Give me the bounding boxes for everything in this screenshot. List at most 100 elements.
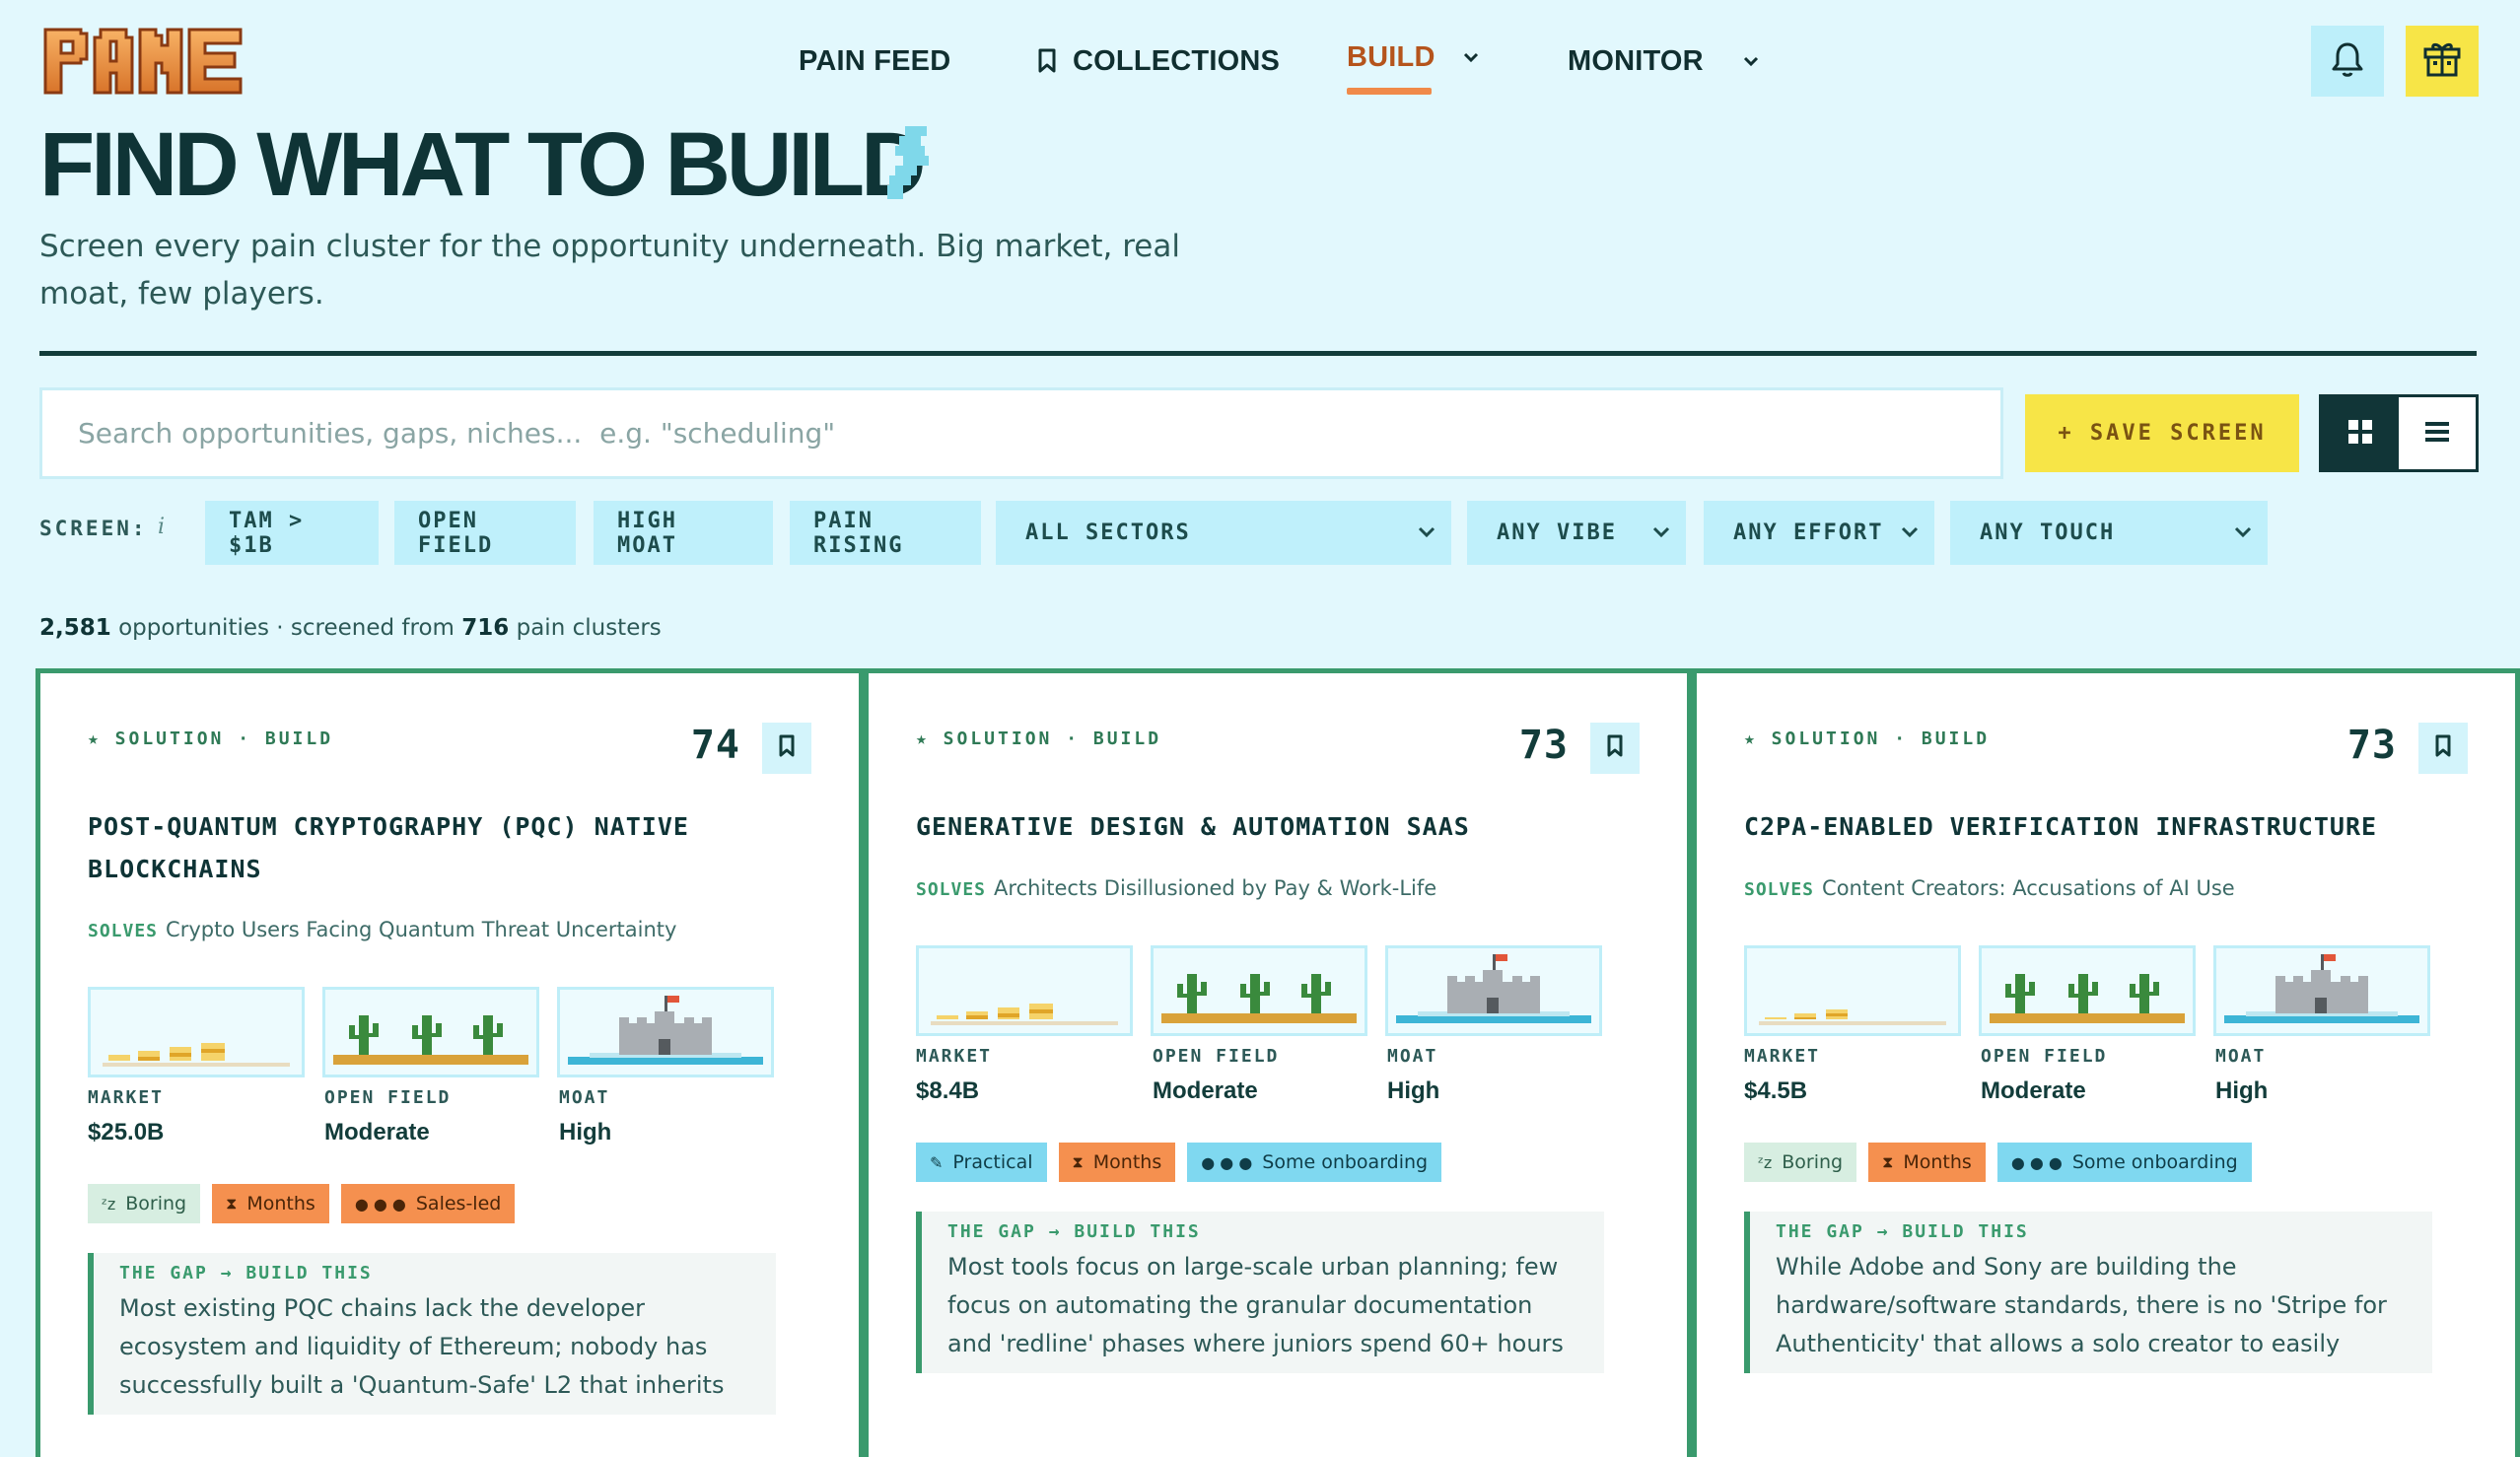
card-tags: ✎ Practical ⧗ Months ● ● ● Some onboarding <box>916 1143 1442 1182</box>
sector-select[interactable]: ALL SECTORS <box>996 501 1451 565</box>
opportunity-card[interactable]: ★ SOLUTION · BUILD 73 C2PA-ENABLED VERIF… <box>1692 668 2520 1457</box>
vibe-select-value: ANY VIBE <box>1497 520 1617 545</box>
hourglass-icon: ⧗ <box>1072 1152 1084 1171</box>
pane-logo[interactable] <box>43 26 245 97</box>
vibe-tag: ᶻz Boring <box>88 1184 201 1223</box>
cluster-count: 716 <box>461 615 510 641</box>
gap-box: THE GAP → BUILD THIS While Adobe and Son… <box>1744 1212 2432 1373</box>
divider <box>39 351 2477 356</box>
touch-tag-label: Some onboarding <box>2071 1151 2238 1173</box>
metric-tiles <box>1744 945 2432 1036</box>
notifications-button[interactable] <box>2311 26 2384 97</box>
chip-tam[interactable]: TAM > $1B <box>205 501 379 565</box>
view-toggle <box>2319 394 2479 472</box>
open-field-label: OPEN FIELD <box>1153 1046 1280 1067</box>
effort-tag-label: Months <box>246 1193 315 1214</box>
bookmark-icon <box>1606 734 1624 762</box>
results-summary: 2,581 opportunities · screened from 716 … <box>39 615 662 641</box>
gap-label: THE GAP → BUILD THIS <box>947 1221 1201 1242</box>
effort-tag: ⧗ Months <box>1868 1143 1986 1182</box>
touch-tag-label: Sales-led <box>415 1193 502 1214</box>
rewards-button[interactable] <box>2406 26 2479 97</box>
gap-box: THE GAP → BUILD THIS Most tools focus on… <box>916 1212 1604 1373</box>
card-tags: ᶻz Boring ⧗ Months ● ● ● Some onboarding <box>1744 1143 2252 1182</box>
list-view-icon <box>2423 420 2451 448</box>
moat-illustration <box>1385 945 1602 1036</box>
bookmark-icon <box>778 734 796 762</box>
gift-icon <box>2422 39 2462 83</box>
page-subtitle: Screen every pain cluster for the opport… <box>39 229 1180 312</box>
card-solves: SOLVES Crypto Users Facing Quantum Threat… <box>88 918 676 941</box>
open-field-illustration <box>1979 945 2196 1036</box>
search-input[interactable] <box>76 416 1855 451</box>
effort-tag-label: Months <box>1092 1151 1162 1173</box>
solves-text: Content Creators: Accusations of AI Use <box>1822 876 2235 900</box>
card-title[interactable]: C2PA-ENABLED VERIFICATION INFRASTRUCTURE <box>1744 805 2474 848</box>
card-tags: ᶻz Boring ⧗ Months ● ● ● Sales-led <box>88 1184 516 1223</box>
sector-select-value: ALL SECTORS <box>1025 520 1191 545</box>
page-title: FIND WHAT TO BUILD <box>39 114 927 215</box>
effort-tag: ⧗ Months <box>1058 1143 1176 1182</box>
opportunity-score: 73 <box>1518 723 1569 768</box>
vibe-select[interactable]: ANY VIBE <box>1467 501 1686 565</box>
sleep-icon: ᶻz <box>102 1194 116 1214</box>
opportunity-card[interactable]: ★ SOLUTION · BUILD 73 GENERATIVE DESIGN … <box>864 668 1692 1457</box>
effort-tag: ⧗ Months <box>212 1184 329 1223</box>
screen-label: SCREEN: <box>39 517 148 540</box>
vibe-tag: ✎ Practical <box>916 1143 1047 1182</box>
chip-pain-rising[interactable]: PAIN RISING <box>790 501 981 565</box>
bookmark-button[interactable] <box>762 723 811 774</box>
nav-monitor-label: MONITOR <box>1568 44 1704 77</box>
open-field-label: OPEN FIELD <box>1981 1046 2108 1067</box>
vibe-tag-label: Boring <box>125 1193 187 1214</box>
opportunity-card[interactable]: ★ SOLUTION · BUILD 74 POST-QUANTUM CRYPT… <box>35 668 864 1457</box>
bookmark-button[interactable] <box>1590 723 1640 774</box>
open-field-value: Moderate <box>1153 1077 1258 1104</box>
opportunity-count: 2,581 <box>39 615 111 641</box>
nav-pain-feed-label: PAIN FEED <box>799 44 951 77</box>
moat-label: MOAT <box>1387 1046 1438 1067</box>
card-title[interactable]: GENERATIVE DESIGN & AUTOMATION SAAS <box>916 805 1645 848</box>
effort-tag-label: Months <box>1903 1151 1972 1173</box>
nav-collections-label: COLLECTIONS <box>1073 44 1281 77</box>
info-icon[interactable]: i <box>158 515 165 539</box>
gap-label: THE GAP → BUILD THIS <box>119 1263 373 1284</box>
touch-tag-label: Some onboarding <box>1262 1151 1429 1173</box>
chevron-down-icon <box>1416 520 1437 545</box>
solves-text: Architects Disillusioned by Pay & Work-L… <box>994 876 1437 900</box>
bookmark-button[interactable] <box>2418 723 2468 774</box>
gap-text: While Adobe and Sony are building the ha… <box>1776 1253 2387 1357</box>
grid-view-button[interactable] <box>2322 397 2399 469</box>
touch-tag: ● ● ● Some onboarding <box>1187 1143 1442 1182</box>
chip-high-moat[interactable]: HIGH MOAT <box>594 501 773 565</box>
chip-open-field[interactable]: OPEN FIELD <box>394 501 576 565</box>
open-field-value: Moderate <box>1981 1077 2086 1104</box>
open-field-illustration <box>322 987 539 1077</box>
list-view-button[interactable] <box>2399 397 2476 469</box>
moat-value: High <box>2215 1077 2269 1104</box>
effort-select-value: ANY EFFORT <box>1733 520 1884 545</box>
save-screen-button[interactable]: + SAVE SCREEN <box>2025 394 2299 472</box>
gap-text: Most existing PQC chains lack the develo… <box>119 1294 725 1399</box>
effort-select[interactable]: ANY EFFORT <box>1704 501 1934 565</box>
solves-keyword: SOLVES <box>1744 879 1815 900</box>
bookmark-icon <box>1037 48 1057 74</box>
nav-pain-feed[interactable]: PAIN FEED <box>799 39 950 83</box>
solves-keyword: SOLVES <box>88 921 159 941</box>
open-field-label: OPEN FIELD <box>324 1087 452 1108</box>
nav-build[interactable]: BUILD <box>1347 35 1481 79</box>
nav-collections[interactable]: COLLECTIONS <box>1037 39 1280 83</box>
market-label: MARKET <box>916 1046 993 1067</box>
moat-label: MOAT <box>559 1087 610 1108</box>
nav-build-label: BUILD <box>1347 40 1435 73</box>
market-illustration <box>1744 945 1961 1036</box>
moat-illustration <box>557 987 774 1077</box>
card-title[interactable]: POST-QUANTUM CRYPTOGRAPHY (PQC) NATIVE B… <box>88 805 817 890</box>
bolt-icon <box>885 126 933 205</box>
chevron-down-icon <box>2232 520 2254 545</box>
metric-tiles <box>88 987 776 1077</box>
search-box[interactable] <box>39 387 2003 479</box>
nav-monitor[interactable]: MONITOR <box>1568 39 1761 83</box>
touch-select[interactable]: ANY TOUCH <box>1950 501 2268 565</box>
hand-icon: ● ● ● <box>2010 1152 2063 1172</box>
